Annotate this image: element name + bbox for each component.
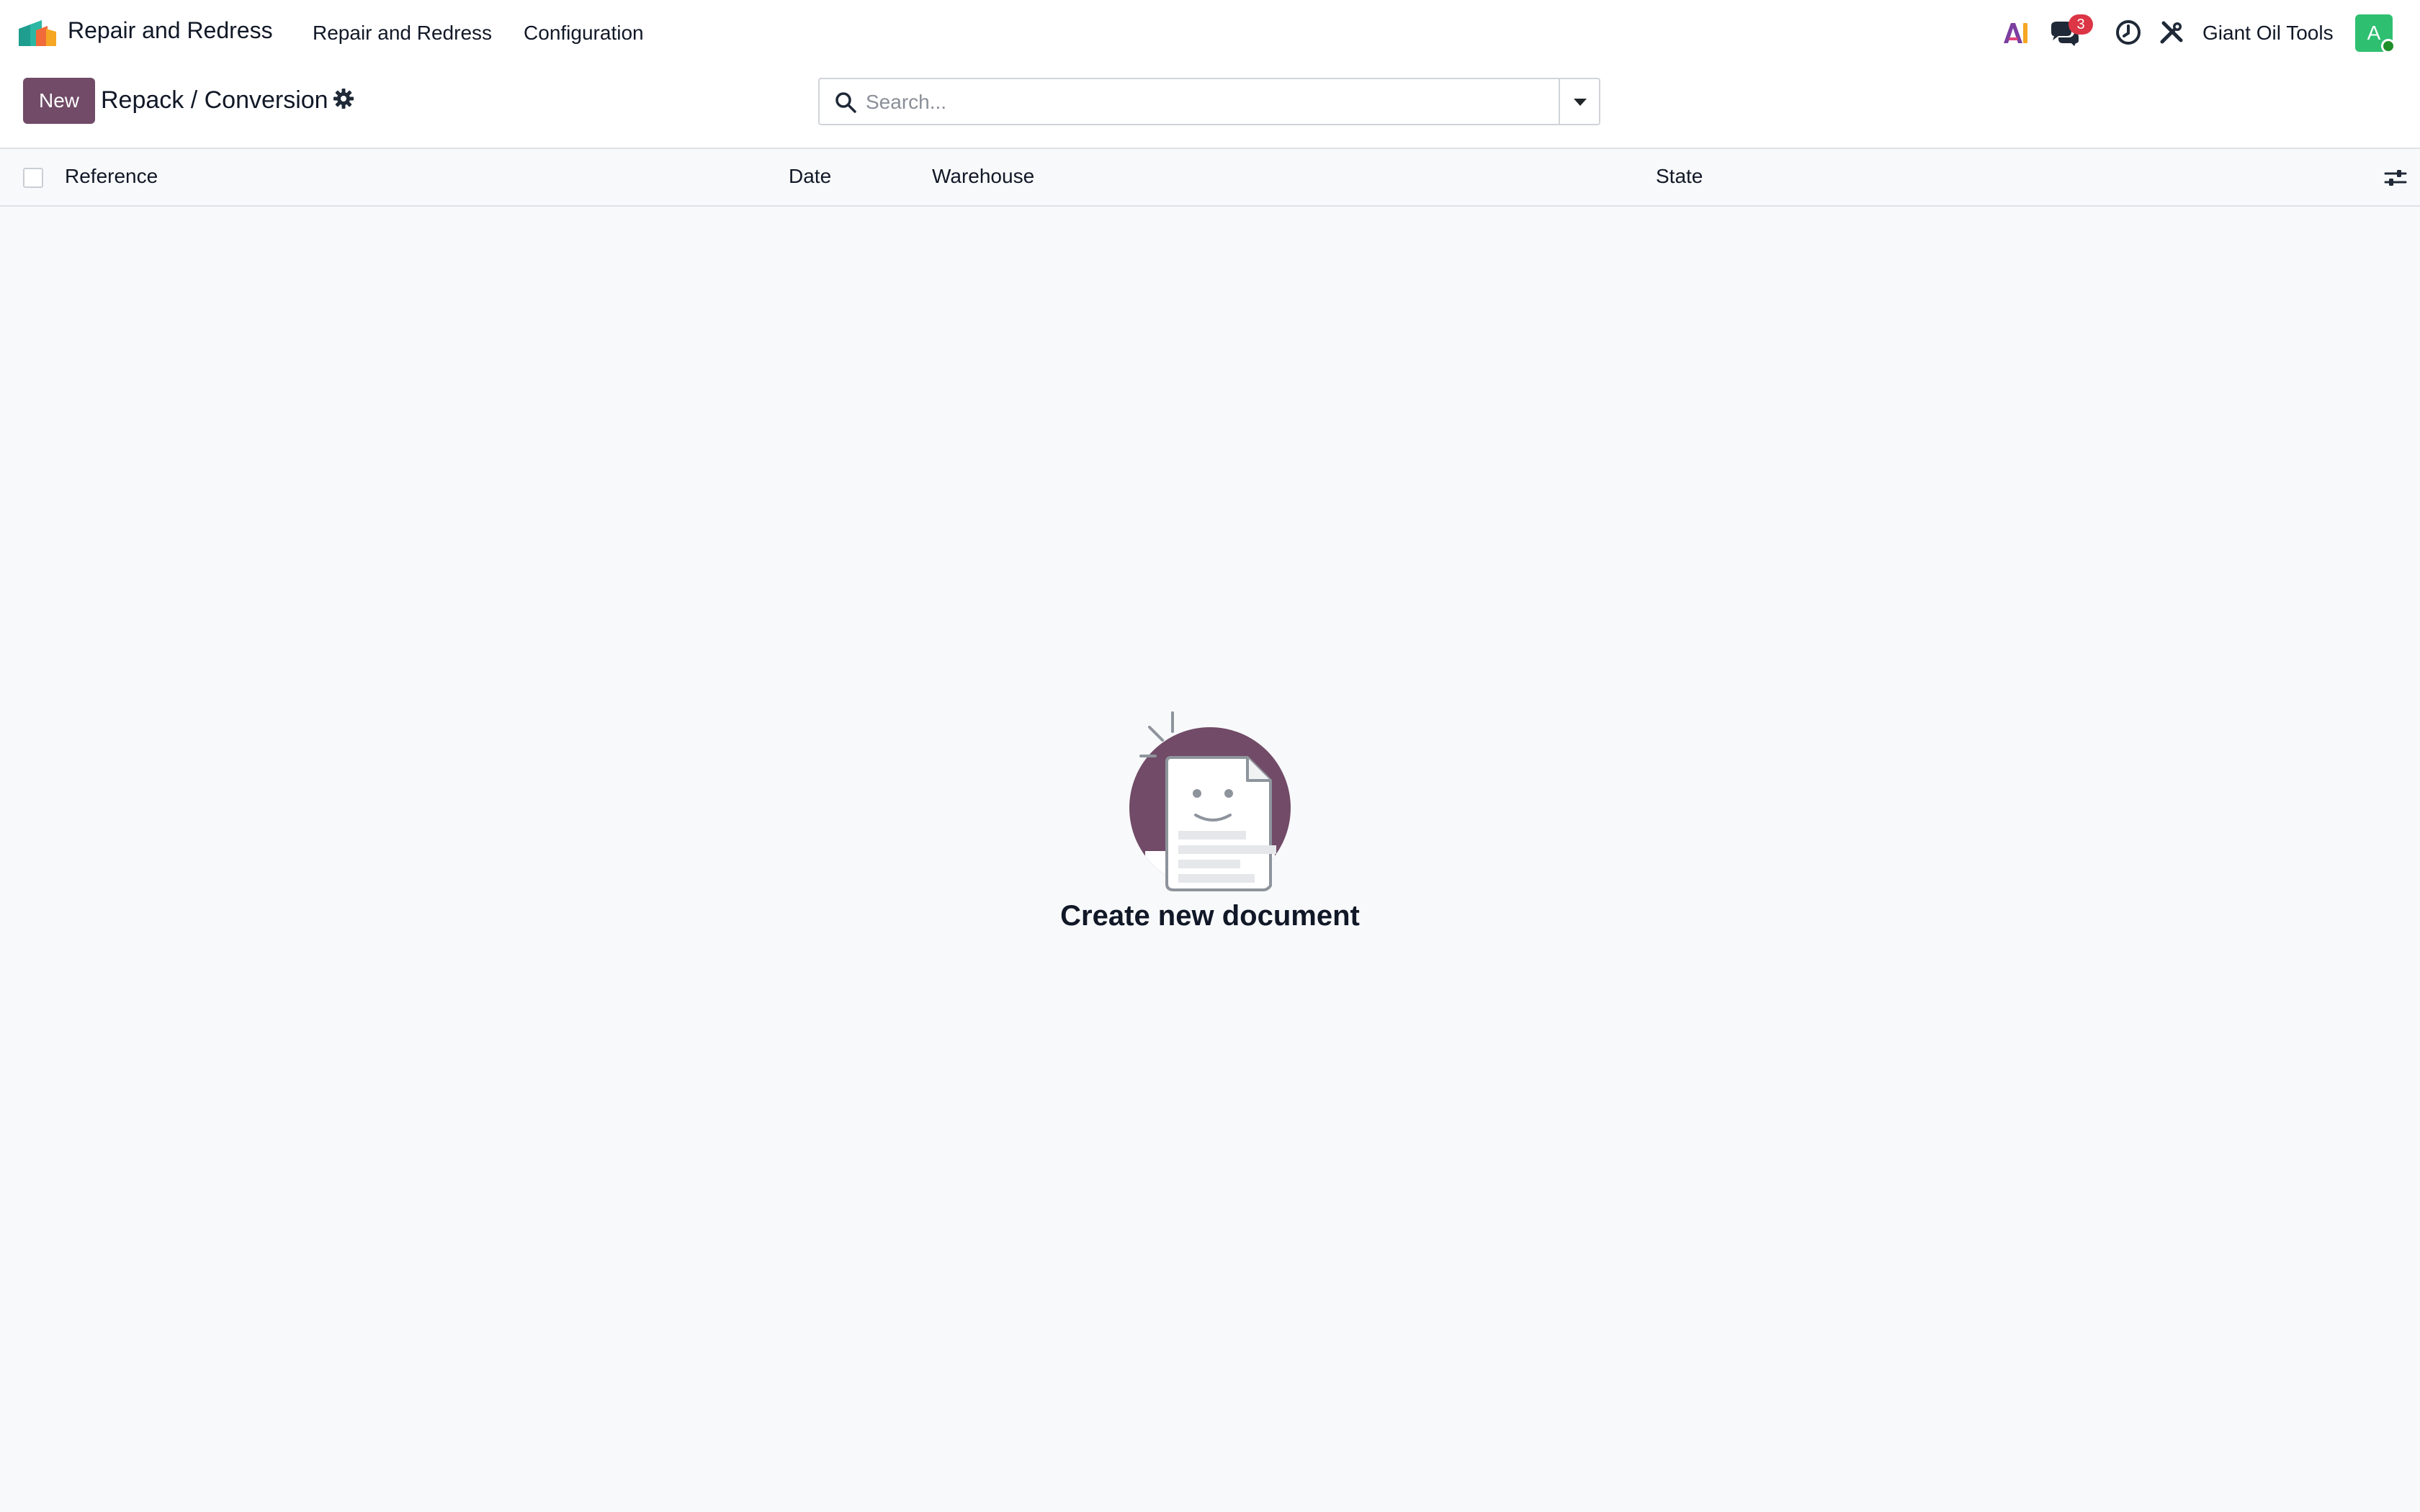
search-options-toggle[interactable] [1559,78,1600,125]
messages-count-badge: 3 [2069,14,2093,35]
empty-state-title: Create new document [1060,900,1360,932]
column-header-state[interactable]: State [1656,165,1703,188]
online-status-dot [2381,39,2396,53]
menu-item-configuration[interactable]: Configuration [524,22,644,45]
menu-item-repair-and-redress[interactable]: Repair and Redress [313,22,492,45]
empty-document-illustration [1129,711,1291,891]
search-input[interactable] [866,86,1543,118]
select-all-checkbox[interactable] [23,168,43,188]
clock-icon[interactable] [2115,19,2142,46]
search-icon [835,92,856,113]
column-header-date[interactable]: Date [789,165,831,188]
company-switcher[interactable]: Giant Oil Tools [2202,22,2334,45]
control-panel: New Repack / Conversion [0,66,2420,149]
app-name[interactable]: Repair and Redress [68,17,273,44]
list-header: Reference Date Warehouse State [0,149,2420,207]
caret-down-icon [1574,99,1587,106]
breadcrumb: Repack / Conversion [101,86,328,114]
main-menu: Repair and Redress Configuration [313,22,644,45]
column-header-warehouse[interactable]: Warehouse [932,165,1034,188]
ai-icon[interactable] [2001,20,2030,46]
gear-icon[interactable] [333,88,354,109]
column-header-reference[interactable]: Reference [65,165,158,188]
app-logo-icon[interactable] [17,19,58,48]
search-bar [818,78,1560,125]
new-button[interactable]: New [23,78,95,124]
optional-columns-icon[interactable] [2383,165,2408,191]
top-navbar: Repair and Redress Repair and Redress Co… [0,0,2420,66]
tools-icon[interactable] [2158,19,2185,46]
